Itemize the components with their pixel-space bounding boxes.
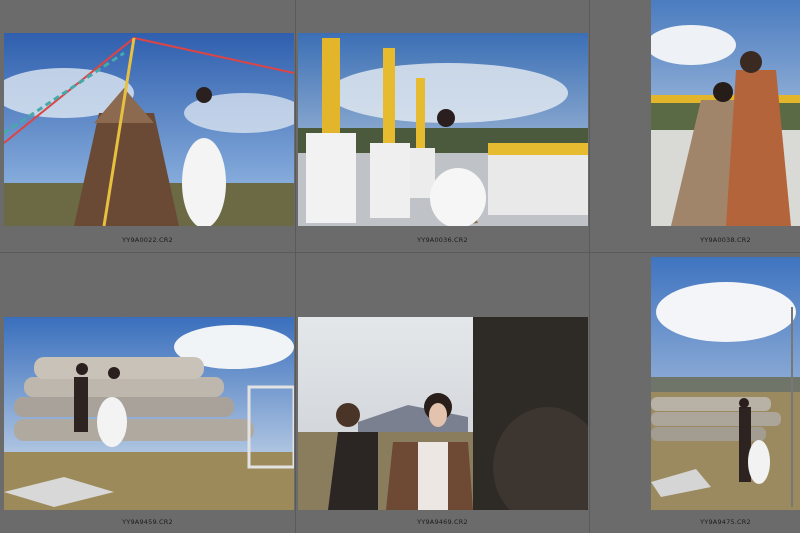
photo-thumbnail[interactable] [4, 317, 294, 510]
grid-cell[interactable]: YY9A0036.CR2 [296, 0, 590, 253]
photo-thumbnail[interactable] [298, 33, 588, 226]
photo-thumbnail[interactable] [298, 317, 588, 510]
thumbnail-filename: YY9A9459.CR2 [122, 518, 173, 526]
grid-cell[interactable]: YY9A9469.CR2 [296, 253, 590, 533]
photo-thumbnail[interactable] [651, 0, 800, 226]
thumbnail-filename: YY9A0038.CR2 [700, 236, 751, 244]
photo-thumbnail[interactable] [651, 257, 800, 510]
grid-cell[interactable]: YY9A0022.CR2 [0, 0, 296, 253]
thumbnail-filename: YY9A0036.CR2 [417, 236, 468, 244]
thumbnail-filename: YY9A0022.CR2 [122, 236, 173, 244]
grid-cell[interactable]: YY9A0038.CR2 [590, 0, 800, 253]
grid-cell[interactable] [590, 253, 800, 533]
thumbnail-filename: YY9A9475.CR2 [700, 518, 751, 526]
thumbnail-filename: YY9A9469.CR2 [417, 518, 468, 526]
grid-cell[interactable]: YY9A9459.CR2 [0, 253, 296, 533]
photo-thumbnail[interactable] [4, 33, 294, 226]
